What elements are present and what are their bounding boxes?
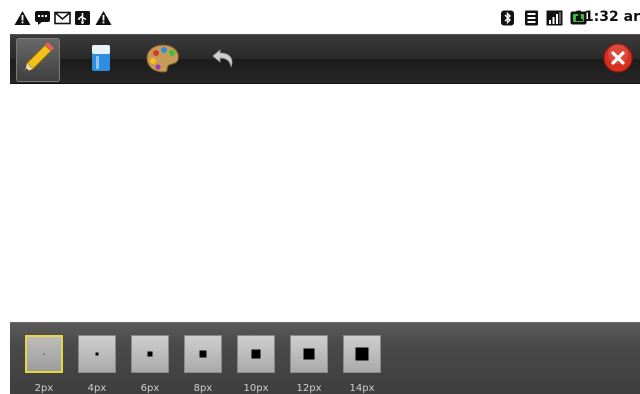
chat-icon [34, 10, 51, 26]
brush-size-preview-dot [251, 349, 261, 359]
pencil-tool-button[interactable] [16, 38, 60, 82]
warning-icon [14, 10, 31, 26]
brush-size-4px-button[interactable] [78, 335, 116, 373]
brush-size-label: 6px [140, 383, 160, 394]
brush-size-label: 12px [296, 383, 322, 394]
brush-size-2px-button[interactable] [25, 335, 63, 373]
brush-size-label: 4px [87, 383, 107, 394]
palette-icon [144, 41, 182, 79]
toolbar [10, 34, 640, 84]
eraser-icon [86, 41, 116, 79]
usb-icon [74, 10, 91, 26]
brush-size-bar: 2px 4px 6px 8px 10px 12px 14px [10, 322, 640, 394]
undo-tool-button[interactable] [202, 38, 246, 82]
bluetooth-icon [499, 10, 516, 26]
brush-size-6px-button[interactable] [131, 335, 169, 373]
brush-size-label: 14px [349, 383, 375, 394]
status-bar: 11:32 ar [10, 0, 640, 34]
pencil-icon [21, 41, 55, 79]
mail-icon [54, 10, 71, 26]
brush-size-label: 8px [193, 383, 213, 394]
brush-size-preview-dot [303, 348, 315, 360]
brush-size-8px-button[interactable] [184, 335, 222, 373]
wifi-icon [523, 10, 540, 26]
status-time: 11:32 ar [574, 9, 640, 25]
brush-size-14px-button[interactable] [343, 335, 381, 373]
eraser-tool-button[interactable] [79, 38, 123, 82]
close-icon [602, 42, 634, 78]
brush-size-preview-dot [147, 351, 153, 357]
brush-size-preview-dot [43, 353, 45, 355]
app-frame: 11:32 ar 2px 4px 6px 8px 10px 12px 14px [10, 0, 640, 394]
brush-size-10px-button[interactable] [237, 335, 275, 373]
warning-icon [95, 10, 112, 26]
drawing-canvas[interactable] [10, 84, 640, 322]
brush-size-preview-dot [355, 347, 369, 361]
undo-icon [209, 43, 239, 77]
color-palette-tool-button[interactable] [141, 38, 185, 82]
brush-size-label: 10px [243, 383, 269, 394]
brush-size-12px-button[interactable] [290, 335, 328, 373]
close-button[interactable] [596, 38, 640, 82]
brush-size-preview-dot [199, 350, 207, 358]
signal-icon [546, 10, 563, 26]
brush-size-preview-dot [95, 352, 99, 356]
brush-size-label: 2px [34, 383, 54, 394]
